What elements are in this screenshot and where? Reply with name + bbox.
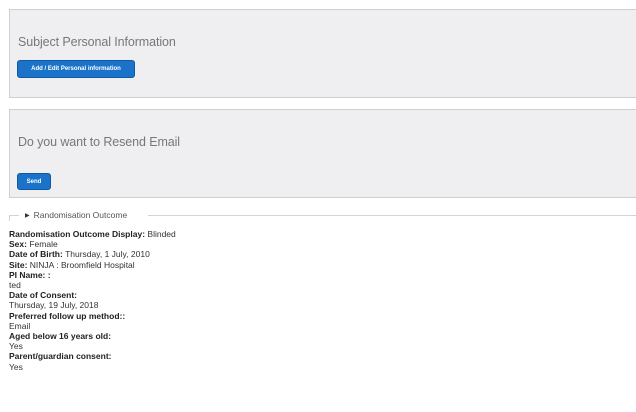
outcome-display-row: Randomisation Outcome Display: Blinded [9, 229, 176, 239]
resend-email-panel: Do you want to Resend Email Send [9, 109, 636, 198]
fieldset-border-top-left [9, 215, 19, 216]
resend-email-title: Do you want to Resend Email [18, 135, 180, 149]
randomisation-details: Randomisation Outcome Display: Blinded S… [9, 229, 176, 372]
consent-date-value: Thursday, 19 July, 2018 [9, 300, 99, 311]
outcome-display-label: Randomisation Outcome Display: [9, 229, 146, 239]
aged-below-16-value: Yes [9, 341, 23, 352]
randomisation-outcome-legend-label: Randomisation Outcome [33, 210, 128, 220]
dob-row: Date of Birth: Thursday, 1 July, 2010 [9, 249, 176, 259]
sex-row: Sex: Female [9, 239, 176, 249]
triangle-right-icon: ▶ [25, 212, 30, 219]
site-label: Site: [9, 259, 28, 270]
subject-personal-info-panel: Subject Personal Information Add / Edit … [9, 9, 636, 98]
pi-name-label: PI Name: : [9, 269, 51, 280]
followup-method-value: Email [9, 320, 31, 331]
site-row: Site: NINJA : Broomfield Hospital [9, 260, 176, 270]
fieldset-border-top-right [148, 215, 636, 216]
dob-label: Date of Birth: [9, 249, 63, 260]
sex-label: Sex: [9, 239, 27, 250]
aged-below-16-label: Aged below 16 years old: [9, 331, 112, 342]
guardian-consent-value: Yes [9, 361, 23, 372]
pi-name-value: ted [9, 280, 21, 291]
add-edit-personal-info-button[interactable]: Add / Edit Personal information [17, 60, 135, 78]
followup-method-label: Preferred follow up method:: [9, 310, 126, 321]
randomisation-outcome-legend[interactable]: ▶ Randomisation Outcome [22, 210, 131, 220]
send-button[interactable]: Send [17, 173, 51, 190]
guardian-consent-label: Parent/guardian consent: [9, 351, 112, 362]
consent-date-label: Date of Consent: [9, 290, 77, 301]
site-value: NINJA : Broomfield Hospital [29, 259, 135, 270]
subject-personal-info-title: Subject Personal Information [18, 35, 176, 49]
sex-value: Female [29, 239, 58, 250]
dob-value: Thursday, 1 July, 2010 [65, 249, 150, 260]
outcome-display-value: Blinded [147, 229, 176, 239]
